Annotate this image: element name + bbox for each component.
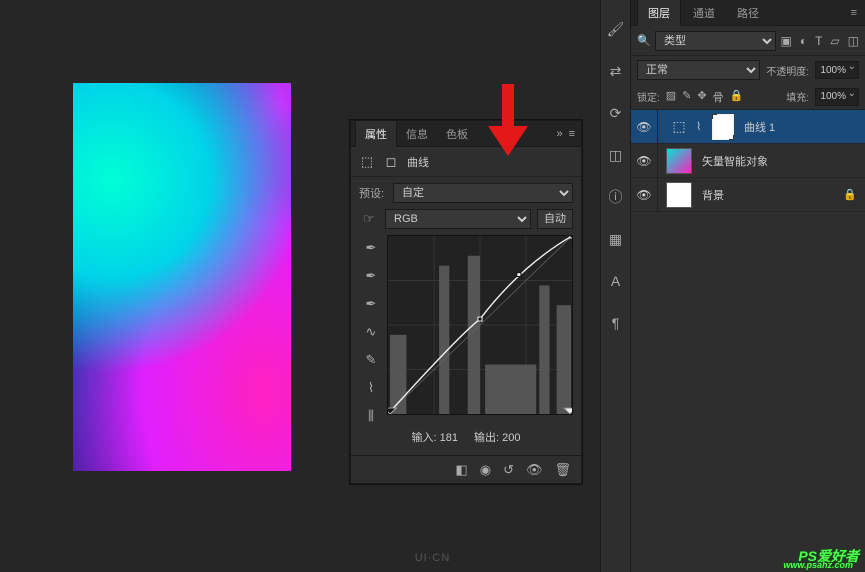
lock-position-icon[interactable]: ✥ [697,89,706,105]
curve-edit-icon[interactable]: ∿ [362,323,380,341]
curves-io-row: 输入: 181 输出: 200 [359,425,573,449]
link-icon[interactable]: ⌇ [696,120,708,133]
filter-pixel-icon[interactable]: ▣ [780,34,791,48]
lock-label: 锁定: [637,89,660,104]
output-value[interactable]: 200 [502,432,520,444]
type-a-icon[interactable]: A [607,272,625,290]
history-icon[interactable]: ⟳ [607,104,625,122]
properties-tabs: 属性 信息 色板 » ≡ [351,121,581,147]
pencil-icon[interactable]: ✎ [362,351,380,369]
layers-empty-area[interactable] [631,212,865,492]
artwork-gradient [73,83,291,471]
eyedropper-white-icon[interactable]: ✒ [362,295,380,313]
panel-menu-icon[interactable]: ≡ [569,128,575,140]
smooth-icon[interactable]: ⌇ [362,379,380,397]
histogram-icon[interactable]: ⫼ [362,407,380,425]
filter-type-icon[interactable]: T [815,34,822,48]
adjustment-title: 曲线 [407,154,429,170]
lock-brush-icon[interactable]: ✎ [682,89,691,105]
grid-icon[interactable]: ▦ [607,230,625,248]
layer-row-background[interactable]: 👁 背景 🔒 [631,178,865,212]
watermark-psahz: PS爱好者 www.psahz.com [798,546,859,566]
clip-to-layer-icon[interactable]: ◧ [455,462,467,478]
collapsed-panel-strip: 🖌 ⇄ ⟳ ◫ ⓘ ▦ A ¶ [600,0,630,572]
input-label: 输入: [412,432,437,444]
tab-layers[interactable]: 图层 [637,0,681,26]
layer-thumb[interactable] [666,148,692,174]
lock-all-icon[interactable]: 🔒 [730,89,744,105]
opacity-input[interactable] [815,61,859,79]
eyedropper-black-icon[interactable]: ✒ [362,239,380,257]
lock-pixels-icon[interactable]: ▨ [666,89,676,105]
layer-name[interactable]: 矢量智能对象 [702,153,861,169]
filter-type-select[interactable]: 类型 [655,31,776,51]
eyedropper-gray-icon[interactable]: ✒ [362,267,380,285]
delete-icon[interactable]: 🗑 [554,462,571,478]
toggle-visibility-icon[interactable]: 👁 [526,462,543,478]
channel-select[interactable]: RGB [385,209,531,229]
target-adjust-icon[interactable]: ☞ [359,211,379,227]
auto-button[interactable]: 自动 [537,209,573,229]
layer-filter-row: 🔍 类型 ▣ ◐ T ▱ ◫ [631,26,865,56]
layer-name[interactable]: 背景 [702,187,839,203]
paragraph-icon[interactable]: ¶ [607,314,625,332]
output-label: 输出: [474,432,499,444]
visibility-eye-icon[interactable]: 👁 [635,120,653,134]
filter-smart-icon[interactable]: ◫ [848,34,859,48]
layer-mask-thumb[interactable] [712,114,734,140]
visibility-eye-icon[interactable]: 👁 [635,188,653,202]
lock-icon: 🔒 [843,188,857,201]
layer-thumb[interactable] [666,182,692,208]
layer-row-curves[interactable]: 👁 ⬚ ⌇ 曲线 1 [631,110,865,144]
layers-panel: 图层 通道 路径 ≡ 🔍 类型 ▣ ◐ T ▱ ◫ 正常 不透明度: 锁定: ▨… [630,0,865,572]
filter-shape-icon[interactable]: ▱ [830,34,839,48]
curves-tools: ✒ ✒ ✒ ∿ ✎ ⌇ ⫼ [359,235,383,425]
tab-paths[interactable]: 路径 [727,0,769,26]
tab-channels[interactable]: 通道 [683,0,725,26]
mask-thumb-icon: ◻ [383,154,399,170]
lock-row: 锁定: ▨ ✎ ✥ ⾻ 🔒 填充: [631,84,865,110]
search-icon: 🔍 [637,34,651,48]
tab-properties[interactable]: 属性 [355,120,397,147]
view-previous-icon[interactable]: ◉ [480,462,491,478]
visibility-eye-icon[interactable]: 👁 [635,154,653,168]
sliders-icon[interactable]: ⇄ [607,62,625,80]
layers-list: 👁 ⬚ ⌇ 曲线 1 👁 矢量智能对象 👁 背景 🔒 [631,110,865,492]
annotation-arrow [488,84,528,156]
preset-select[interactable]: 自定 [393,183,573,203]
properties-header: ⬚ ◻ 曲线 [351,147,581,177]
curves-thumb-icon: ⬚ [359,154,375,170]
watermark-uicn: UI·CN [415,552,451,564]
layer-row-smartobject[interactable]: 👁 矢量智能对象 [631,144,865,178]
filter-adjust-icon[interactable]: ◐ [800,34,807,48]
properties-footer: ◧ ◉ ↺ 👁 🗑 [351,455,581,483]
fill-input[interactable] [815,88,859,106]
fill-label: 填充: [786,89,809,104]
brush-icon[interactable]: 🖌 [607,20,625,38]
properties-panel: 属性 信息 色板 » ≡ ⬚ ◻ 曲线 预设: 自定 ☞ RGB 自动 ✒ ✒ … [350,120,582,484]
layers-panel-tabs: 图层 通道 路径 ≡ [631,0,865,26]
cube-icon[interactable]: ◫ [607,146,625,164]
preset-label: 预设: [359,185,387,201]
input-value[interactable]: 181 [440,432,458,444]
reset-icon[interactable]: ↺ [503,462,514,478]
collapse-icon[interactable]: » [556,128,562,140]
blend-mode-select[interactable]: 正常 [637,60,760,80]
lock-artboard-icon[interactable]: ⾻ [713,89,724,105]
panel-menu-icon[interactable]: ≡ [843,7,865,19]
blend-mode-row: 正常 不透明度: [631,56,865,84]
curves-graph[interactable] [387,235,573,415]
layer-name[interactable]: 曲线 1 [744,119,861,135]
tab-swatches[interactable]: 色板 [437,121,477,147]
curves-adjustment-icon: ⬚ [666,114,692,140]
info-icon[interactable]: ⓘ [607,188,625,206]
opacity-label: 不透明度: [766,63,809,78]
tab-info[interactable]: 信息 [397,121,437,147]
